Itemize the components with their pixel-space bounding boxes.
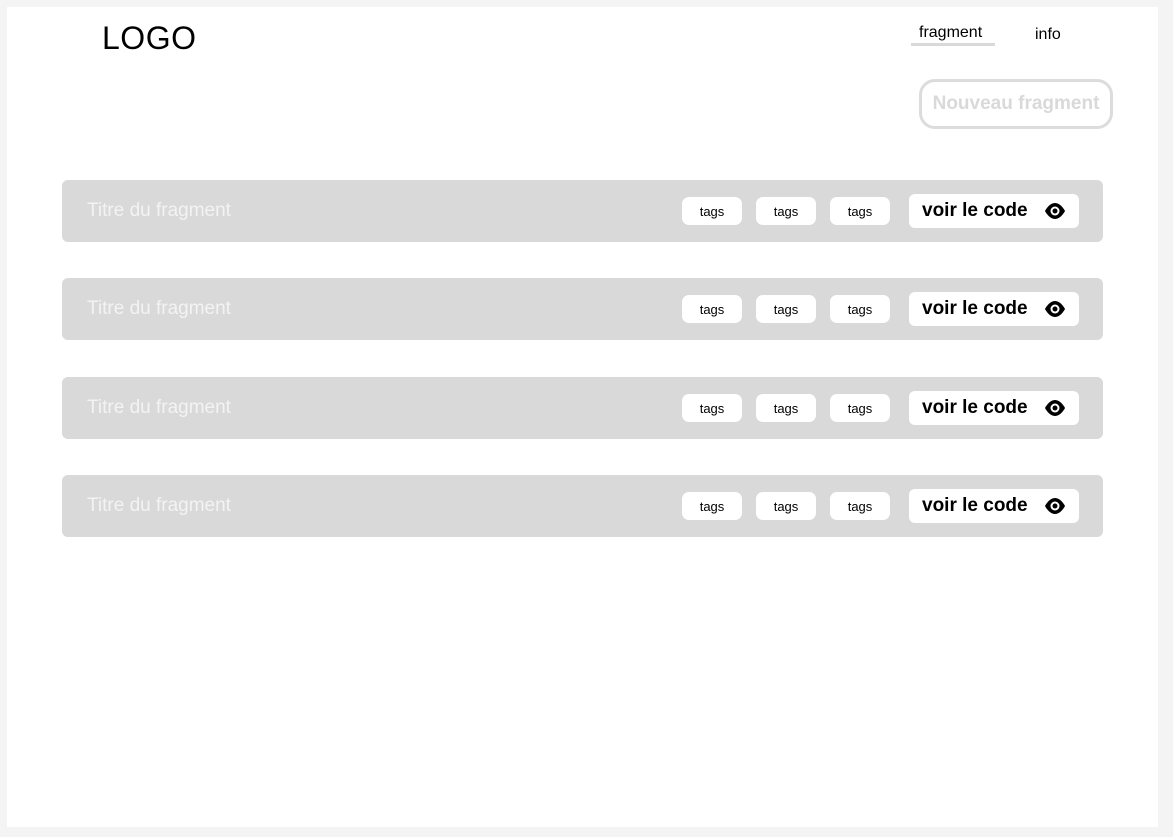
page-frame: LOGO fragment info Nouveau fragment Titr…	[7, 7, 1158, 827]
eye-icon	[1045, 301, 1065, 317]
tag-chip[interactable]: tags	[830, 295, 890, 323]
view-code-button[interactable]: voir le code	[909, 194, 1079, 228]
tag-chip[interactable]: tags	[682, 492, 742, 520]
fragment-title: Titre du fragment	[87, 200, 231, 221]
eye-icon	[1045, 203, 1065, 219]
nav-link-fragment[interactable]: fragment	[919, 24, 982, 42]
view-code-label: voir le code	[922, 298, 1028, 319]
view-code-button[interactable]: voir le code	[909, 292, 1079, 326]
fragment-row: Titre du fragment tags tags tags voir le…	[62, 278, 1103, 340]
tag-chip[interactable]: tags	[830, 394, 890, 422]
view-code-label: voir le code	[922, 200, 1028, 221]
logo[interactable]: LOGO	[102, 20, 196, 57]
tag-chip[interactable]: tags	[830, 197, 890, 225]
tag-chip[interactable]: tags	[830, 492, 890, 520]
tag-chip[interactable]: tags	[756, 394, 816, 422]
view-code-label: voir le code	[922, 397, 1028, 418]
view-code-button[interactable]: voir le code	[909, 391, 1079, 425]
tag-chip[interactable]: tags	[756, 492, 816, 520]
fragment-title: Titre du fragment	[87, 397, 231, 418]
fragment-title: Titre du fragment	[87, 495, 231, 516]
eye-icon	[1045, 400, 1065, 416]
nav-link-info[interactable]: info	[1035, 26, 1061, 44]
view-code-label: voir le code	[922, 495, 1028, 516]
tag-chip[interactable]: tags	[682, 394, 742, 422]
nav-active-indicator	[911, 43, 995, 46]
tag-chip[interactable]: tags	[756, 295, 816, 323]
tag-chip[interactable]: tags	[682, 295, 742, 323]
new-fragment-button[interactable]: Nouveau fragment	[919, 79, 1113, 129]
tag-chip[interactable]: tags	[756, 197, 816, 225]
eye-icon	[1045, 498, 1065, 514]
view-code-button[interactable]: voir le code	[909, 489, 1079, 523]
fragment-row: Titre du fragment tags tags tags voir le…	[62, 377, 1103, 439]
fragment-row: Titre du fragment tags tags tags voir le…	[62, 180, 1103, 242]
fragment-title: Titre du fragment	[87, 298, 231, 319]
tag-chip[interactable]: tags	[682, 197, 742, 225]
fragment-row: Titre du fragment tags tags tags voir le…	[62, 475, 1103, 537]
